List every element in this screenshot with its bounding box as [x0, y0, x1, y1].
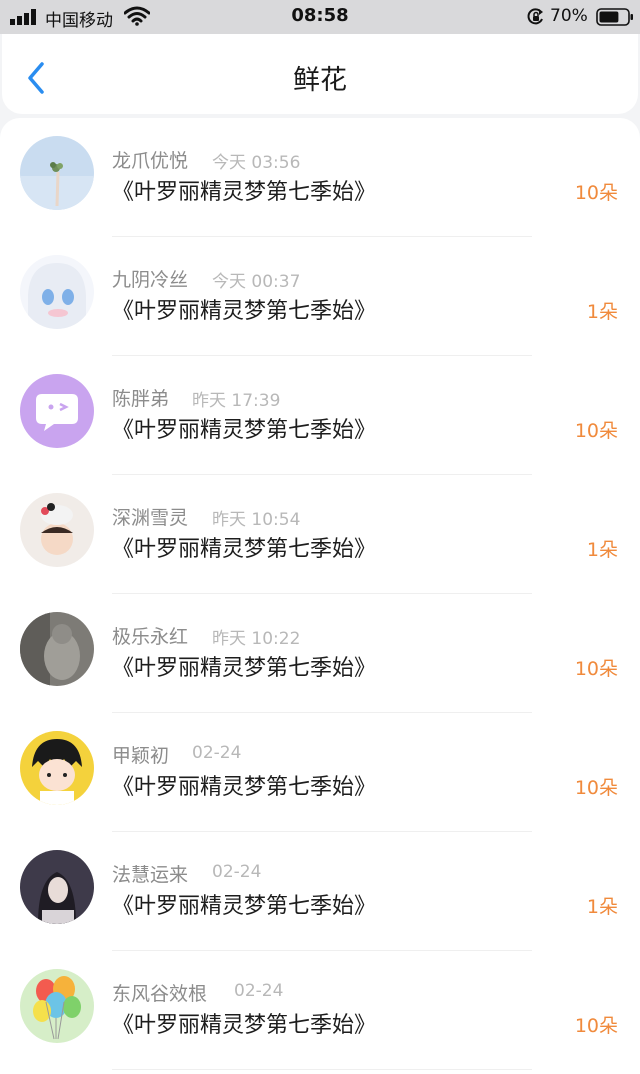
flower-count: 1朵: [586, 301, 618, 323]
list-item[interactable]: 龙爪优悦 今天 03:56 《叶罗丽精灵梦第七季始》 10朵: [0, 118, 640, 237]
book-title: 《叶罗丽精灵梦第七季始》: [112, 894, 377, 919]
book-title: 《叶罗丽精灵梦第七季始》: [112, 180, 377, 205]
user-name: 陈胖弟: [112, 388, 170, 410]
user-name: 龙爪优悦: [112, 150, 189, 172]
page-title: 鲜花: [293, 65, 347, 96]
user-name: 东风谷效根: [112, 983, 208, 1005]
flower-count: 1朵: [586, 896, 618, 918]
flower-count: 10朵: [574, 777, 618, 799]
flower-count: 10朵: [574, 182, 618, 204]
user-name: 甲颖初: [112, 745, 170, 767]
list-item[interactable]: 深渊雪灵 昨天 10:54 《叶罗丽精灵梦第七季始》 1朵: [0, 475, 640, 594]
battery-icon: [596, 8, 633, 26]
list-item[interactable]: 陈胖弟 昨天 17:39 《叶罗丽精灵梦第七季始》 10朵: [0, 356, 640, 475]
avatar[interactable]: [20, 731, 94, 805]
flower-count: 10朵: [574, 420, 618, 442]
avatar[interactable]: [20, 493, 94, 567]
list-item[interactable]: 法慧运来 02-24 《叶罗丽精灵梦第七季始》 1朵: [0, 832, 640, 951]
timestamp: 今天 03:56: [212, 153, 301, 173]
list-item[interactable]: 东风谷效根 02-24 《叶罗丽精灵梦第七季始》 10朵: [0, 951, 640, 1070]
user-name: 极乐永红: [112, 626, 189, 648]
flower-count: 10朵: [574, 658, 618, 680]
book-title: 《叶罗丽精灵梦第七季始》: [112, 418, 377, 443]
list-item[interactable]: 极乐永红 昨天 10:22 《叶罗丽精灵梦第七季始》 10朵: [0, 594, 640, 713]
avatar[interactable]: [20, 374, 94, 448]
timestamp: 02-24: [212, 862, 262, 882]
flower-record-list: 龙爪优悦 今天 03:56 《叶罗丽精灵梦第七季始》 10朵 九阴冷丝 今天 0…: [0, 118, 640, 1074]
timestamp: 昨天 10:54: [212, 510, 301, 530]
flower-count: 1朵: [586, 539, 618, 561]
user-name: 法慧运来: [112, 864, 189, 886]
battery-percent: 70%: [550, 6, 588, 26]
navigation-bar: 鲜花: [2, 34, 638, 114]
timestamp: 02-24: [192, 743, 242, 763]
book-title: 《叶罗丽精灵梦第七季始》: [112, 656, 377, 681]
status-bar: 中国移动 08:58 70%: [0, 0, 640, 34]
orientation-lock-icon: [527, 8, 543, 25]
timestamp: 昨天 10:22: [212, 629, 301, 649]
flower-count: 10朵: [574, 1015, 618, 1037]
timestamp: 今天 00:37: [212, 272, 301, 292]
avatar[interactable]: [20, 969, 94, 1043]
avatar[interactable]: [20, 850, 94, 924]
avatar[interactable]: [20, 612, 94, 686]
book-title: 《叶罗丽精灵梦第七季始》: [112, 775, 377, 800]
list-item[interactable]: 九阴冷丝 今天 00:37 《叶罗丽精灵梦第七季始》 1朵: [0, 237, 640, 356]
avatar[interactable]: [20, 136, 94, 210]
timestamp: 02-24: [234, 981, 284, 1001]
book-title: 《叶罗丽精灵梦第七季始》: [112, 299, 377, 324]
book-title: 《叶罗丽精灵梦第七季始》: [112, 1013, 377, 1038]
book-title: 《叶罗丽精灵梦第七季始》: [112, 537, 377, 562]
avatar[interactable]: [20, 255, 94, 329]
list-item[interactable]: 甲颖初 02-24 《叶罗丽精灵梦第七季始》 10朵: [0, 713, 640, 832]
user-name: 九阴冷丝: [112, 269, 189, 291]
divider: [112, 1069, 532, 1070]
user-name: 深渊雪灵: [112, 507, 189, 529]
timestamp: 昨天 17:39: [192, 391, 281, 411]
screen: 中国移动 08:58 70% 鲜花 龙爪优悦 今天 03:56 《叶罗丽精灵梦第…: [0, 0, 640, 1074]
